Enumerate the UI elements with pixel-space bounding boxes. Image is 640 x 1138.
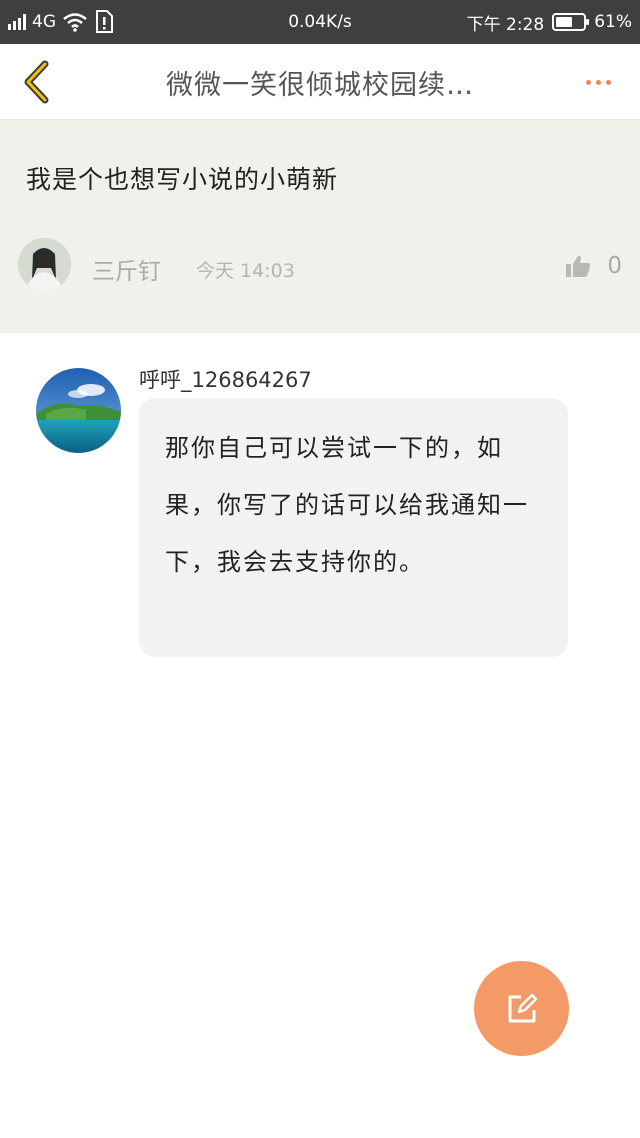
battery-percent: 61% (594, 12, 632, 32)
more-dot-icon (585, 79, 591, 85)
avatar-image (18, 238, 71, 291)
post-timestamp: 今天 14:03 (196, 260, 295, 282)
clock: 下午 2:28 (466, 14, 545, 35)
avatar-image (36, 368, 121, 453)
more-button[interactable] (576, 64, 620, 100)
reply-username[interactable]: 呼呼_126864267 (139, 364, 312, 394)
compose-button[interactable] (474, 961, 569, 1056)
chevron-left-icon (24, 60, 49, 104)
nav-bar: 微微一笑很倾城校园续… (0, 44, 640, 120)
back-button[interactable] (12, 56, 60, 108)
post-text: 我是个也想写小说的小萌新 (26, 165, 339, 194)
edit-icon (508, 993, 537, 1022)
like-button[interactable]: 0 (565, 248, 622, 284)
battery-icon (552, 13, 590, 31)
more-dot-icon (595, 79, 601, 85)
reply-author-avatar[interactable] (36, 368, 121, 453)
more-dot-icon (605, 79, 611, 85)
like-count: 0 (607, 253, 622, 279)
post-author-avatar[interactable] (18, 238, 71, 291)
page-title: 微微一笑很倾城校园续… (166, 69, 474, 101)
post-author-name[interactable]: 三斤钉 (92, 252, 161, 286)
reply-message: 那你自己可以尝试一下的，如果，你写了的话可以给我通知一下，我会去支持你的。 (165, 434, 529, 576)
reply-bubble: 那你自己可以尝试一下的，如果，你写了的话可以给我通知一下，我会去支持你的。 (139, 398, 568, 657)
thumbs-up-icon (566, 255, 591, 277)
status-bar: 4G 0.04K/s 下午 2:28 61% (0, 0, 640, 44)
original-post: 我是个也想写小说的小萌新 三斤钉 今天 14:03 0 (0, 120, 640, 333)
